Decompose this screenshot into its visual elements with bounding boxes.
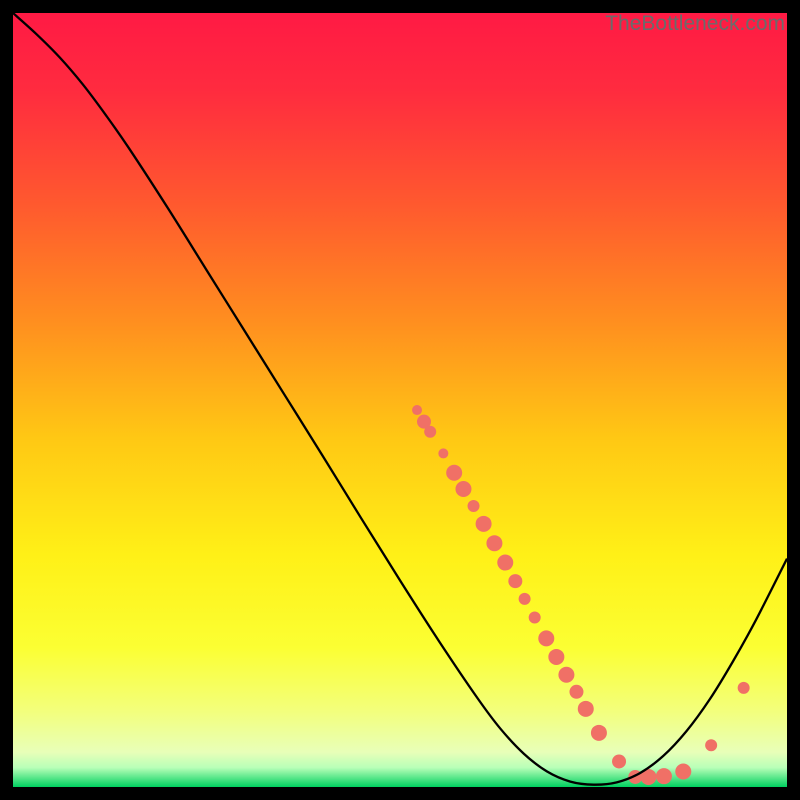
watermark-text: TheBottleneck.com xyxy=(605,12,785,36)
data-dot xyxy=(497,555,513,571)
data-dot xyxy=(476,516,492,532)
data-dot xyxy=(529,611,541,623)
data-dot xyxy=(675,764,691,780)
data-dot xyxy=(538,630,554,646)
data-dot xyxy=(738,682,750,694)
gradient-background xyxy=(13,13,787,787)
data-dot xyxy=(468,500,480,512)
data-dot xyxy=(548,649,564,665)
data-dot xyxy=(578,701,594,717)
data-dot xyxy=(412,405,422,415)
data-dot xyxy=(569,685,583,699)
data-dot xyxy=(508,574,522,588)
data-dot xyxy=(705,739,717,751)
data-dot xyxy=(438,448,448,458)
data-dot xyxy=(558,667,574,683)
data-dot xyxy=(446,465,462,481)
chart-frame: TheBottleneck.com xyxy=(13,13,787,787)
data-dot xyxy=(486,535,502,551)
data-dot xyxy=(455,481,471,497)
data-dot xyxy=(656,768,672,784)
data-dot xyxy=(519,593,531,605)
data-dot xyxy=(612,754,626,768)
data-dot xyxy=(591,725,607,741)
data-dot xyxy=(424,426,436,438)
chart-svg xyxy=(13,13,787,787)
